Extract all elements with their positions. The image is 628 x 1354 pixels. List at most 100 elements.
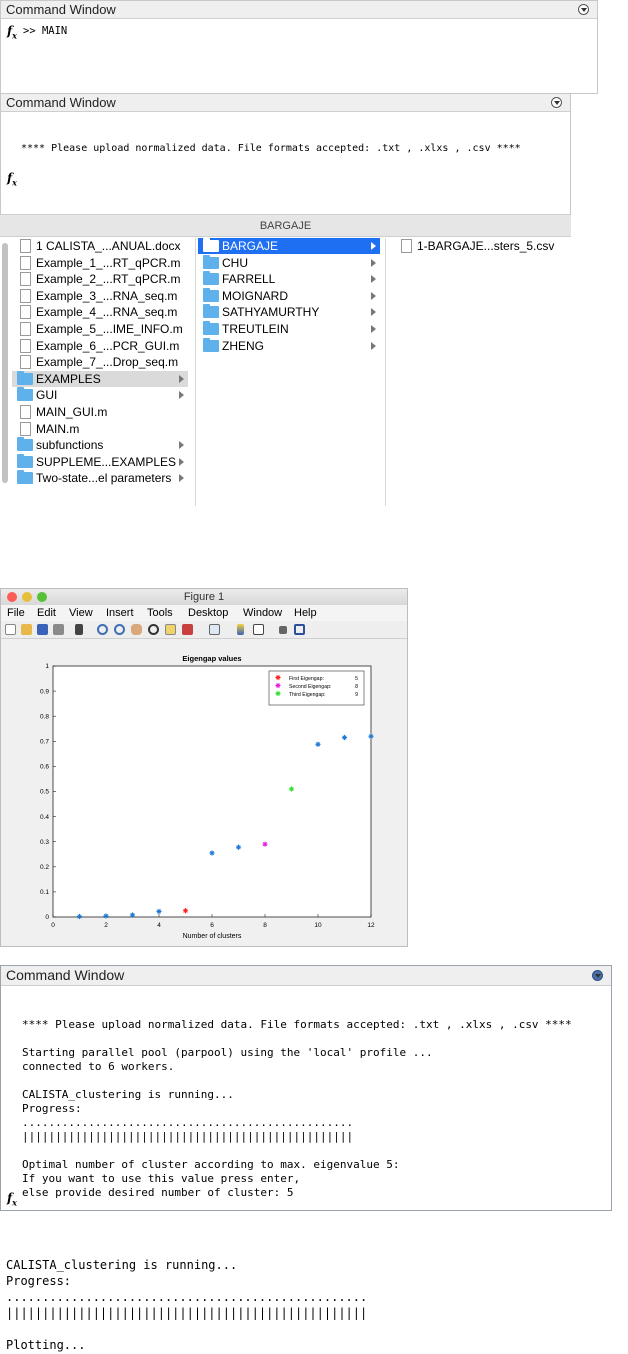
folder-item[interactable]: GUI xyxy=(12,387,188,403)
file-item[interactable]: Example_6_...PCR_GUI.m xyxy=(12,338,188,354)
scrollbar[interactable] xyxy=(2,243,8,483)
window-options-icon[interactable] xyxy=(578,4,589,15)
command-window-title: Command Window xyxy=(6,2,116,17)
data-point xyxy=(76,913,83,920)
menu-tools[interactable]: Tools xyxy=(147,605,173,621)
file-item[interactable]: Example_3_...RNA_seq.m xyxy=(12,288,188,304)
folder-item[interactable]: FARRELL xyxy=(198,271,380,287)
print-icon[interactable] xyxy=(53,624,64,635)
y-tick-label: 0.8 xyxy=(40,713,49,720)
file-item[interactable]: 1-BARGAJE...sters_5.csv xyxy=(393,238,569,254)
menu-window[interactable]: Window xyxy=(243,605,282,621)
folder-item[interactable]: EXAMPLES xyxy=(12,370,188,387)
folder-item[interactable]: Two-state...el parameters xyxy=(12,470,188,486)
document-icon xyxy=(20,288,31,303)
command-window-title: Command Window xyxy=(6,967,125,983)
item-label: TREUTLEIN xyxy=(222,322,289,336)
folder-item[interactable]: SATHYAMURTHY xyxy=(198,304,380,320)
folder-item[interactable]: TREUTLEIN xyxy=(198,321,380,337)
data-point xyxy=(262,841,268,847)
data-point xyxy=(182,908,189,914)
save-icon[interactable] xyxy=(37,624,48,635)
zoom-out-icon[interactable] xyxy=(114,624,125,635)
item-label: SUPPLEME...EXAMPLES xyxy=(36,454,177,469)
figure-toolbar xyxy=(1,621,407,639)
file-item[interactable]: Example_7_...Drop_seq.m xyxy=(12,354,188,370)
x-tick-label: 2 xyxy=(104,922,108,929)
pointer-icon[interactable] xyxy=(75,624,83,635)
close-button[interactable] xyxy=(7,592,17,602)
rotate-icon[interactable] xyxy=(148,624,159,635)
new-figure-icon[interactable] xyxy=(5,624,16,635)
file-item[interactable]: Example_4_...RNA_seq.m xyxy=(12,304,188,320)
file-browser: BARGAJE 1 CALISTA_...ANUAL.docx Example_1… xyxy=(0,214,571,506)
folder-icon xyxy=(17,370,33,385)
file-item[interactable]: MAIN.m xyxy=(12,421,188,437)
folder-item[interactable]: BARGAJE xyxy=(198,238,380,254)
brush-icon[interactable] xyxy=(182,624,193,635)
command-window-1: Command Window fx >> MAIN xyxy=(0,0,598,94)
command-window-2: Command Window **** Please upload normal… xyxy=(0,93,571,215)
colorbar-icon[interactable] xyxy=(237,624,244,635)
x-tick-label: 12 xyxy=(367,922,375,929)
hide-tools-icon[interactable] xyxy=(279,626,287,634)
data-point xyxy=(341,734,348,741)
output-line: Optimal number of cluster according to m… xyxy=(22,1158,400,1171)
column-3: 1-BARGAJE...sters_5.csv xyxy=(393,238,569,506)
chevron-right-icon xyxy=(371,258,376,267)
legend-entry: Third Eigengap: xyxy=(289,692,326,698)
output-line: ........................................… xyxy=(22,1116,354,1129)
menu-file[interactable]: File xyxy=(7,605,25,621)
file-item[interactable]: MAIN_GUI.m xyxy=(12,404,188,420)
folder-icon xyxy=(17,453,33,468)
folder-item[interactable]: MOIGNARD xyxy=(198,287,380,304)
menu-help[interactable]: Help xyxy=(294,605,317,621)
output-line: Progress: xyxy=(22,1102,82,1115)
command-prompt-line[interactable]: >> MAIN xyxy=(23,25,67,37)
link-icon[interactable] xyxy=(209,624,220,635)
menu-edit[interactable]: Edit xyxy=(37,605,56,621)
output-line: **** Please upload normalized data. File… xyxy=(22,1018,572,1031)
open-file-icon[interactable] xyxy=(21,624,32,635)
data-point xyxy=(156,908,162,915)
menu-insert[interactable]: Insert xyxy=(106,605,134,621)
x-tick-label: 6 xyxy=(210,922,214,929)
y-tick-label: 1 xyxy=(45,663,49,670)
chevron-right-icon xyxy=(371,325,376,333)
folder-item[interactable]: CHU xyxy=(198,254,380,271)
file-item[interactable]: Example_2_...RT_qPCR.m xyxy=(12,271,188,287)
x-tick-label: 0 xyxy=(51,922,55,929)
chevron-right-icon xyxy=(371,341,376,350)
window-options-icon[interactable] xyxy=(592,970,603,981)
item-label: MOIGNARD xyxy=(222,288,288,303)
legend-value: 8 xyxy=(355,684,358,690)
folder-item[interactable]: ZHENG xyxy=(198,337,380,354)
y-tick-label: 0.4 xyxy=(40,814,49,821)
output-line: Starting parallel pool (parpool) using t… xyxy=(22,1046,433,1059)
window-options-icon[interactable] xyxy=(551,97,562,108)
minimize-button[interactable] xyxy=(22,592,32,602)
file-item[interactable]: 1 CALISTA_...ANUAL.docx xyxy=(12,238,188,254)
maximize-button[interactable] xyxy=(37,592,47,602)
file-item[interactable]: Example_5_...IME_INFO.m xyxy=(12,321,188,337)
folder-item[interactable]: SUPPLEME...EXAMPLES xyxy=(12,453,188,470)
menu-view[interactable]: View xyxy=(69,605,93,621)
file-item[interactable]: Example_1_...RT_qPCR.m xyxy=(12,255,188,271)
folder-item[interactable]: subfunctions xyxy=(12,437,188,453)
item-label: Example_3_...RNA_seq.m xyxy=(36,288,178,303)
data-point xyxy=(235,844,242,850)
y-tick-label: 0.9 xyxy=(40,688,49,695)
menu-desktop[interactable]: Desktop xyxy=(188,605,228,621)
data-cursor-icon[interactable] xyxy=(165,624,176,635)
item-label: Example_6_...PCR_GUI.m xyxy=(36,338,180,353)
output-line: CALISTA_clustering is running... xyxy=(6,1258,238,1272)
item-label: MAIN.m xyxy=(36,421,80,436)
folder-icon xyxy=(203,321,219,335)
show-tools-icon[interactable] xyxy=(294,624,305,635)
item-label: FARRELL xyxy=(222,272,276,287)
pan-icon[interactable] xyxy=(131,624,142,635)
zoom-in-icon[interactable] xyxy=(97,624,108,635)
fx-icon: fx xyxy=(7,1191,17,1208)
data-point xyxy=(103,913,109,919)
legend-icon[interactable] xyxy=(253,624,264,635)
